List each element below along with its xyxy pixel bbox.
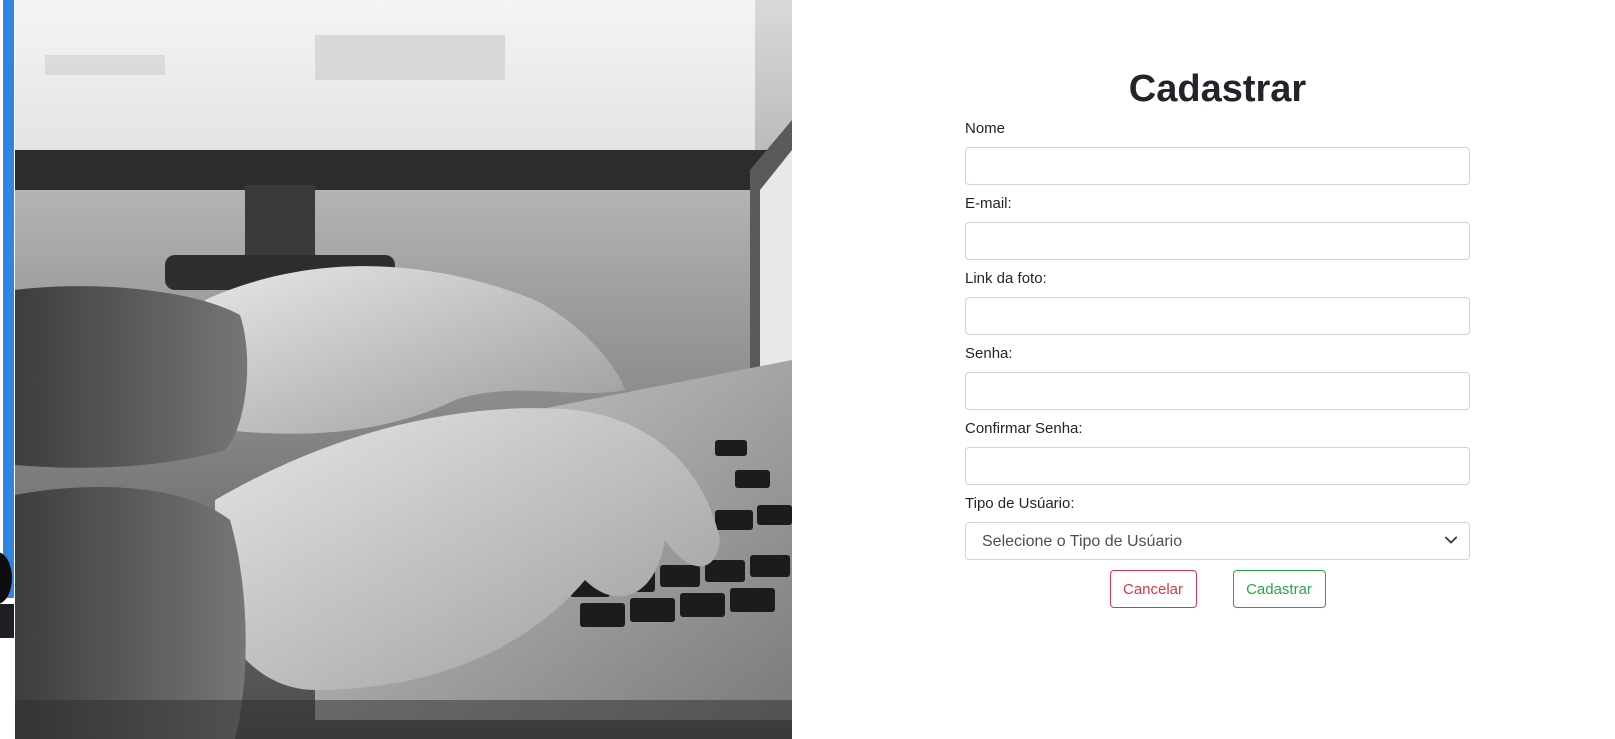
- confirm-password-label: Confirmar Senha:: [965, 420, 1083, 437]
- name-label: Nome: [965, 120, 1006, 137]
- password-label: Senha:: [965, 345, 1013, 362]
- cancel-button[interactable]: Cancelar: [1109, 570, 1197, 608]
- name-input[interactable]: [965, 147, 1470, 185]
- confirm-password-input[interactable]: [965, 447, 1470, 485]
- photo-link-label: Link da foto:: [965, 270, 1047, 287]
- hero-image: [15, 0, 792, 739]
- user-type-select[interactable]: Selecione o Tipo de Usúario: [965, 522, 1470, 560]
- form-actions: Cancelar Cadastrar: [965, 570, 1470, 608]
- email-input[interactable]: [965, 222, 1470, 260]
- user-type-label: Tipo de Usúario:: [965, 495, 1075, 512]
- signup-form: Cadastrar Nome E-mail: Link da foto: Sen…: [965, 60, 1470, 608]
- photo-link-field-group: Link da foto:: [965, 270, 1470, 335]
- email-label: E-mail:: [965, 195, 1012, 212]
- password-field-group: Senha:: [965, 345, 1470, 410]
- password-input[interactable]: [965, 372, 1470, 410]
- photo-link-input[interactable]: [965, 297, 1470, 335]
- page-title: Cadastrar: [1128, 68, 1307, 110]
- user-type-field-group: Tipo de Usúario: Selecione o Tipo de Usú…: [965, 495, 1470, 560]
- confirm-password-field-group: Confirmar Senha:: [965, 420, 1470, 485]
- email-field-group: E-mail:: [965, 195, 1470, 260]
- name-field-group: Nome: [965, 120, 1470, 185]
- submit-button[interactable]: Cadastrar: [1232, 570, 1326, 608]
- left-edge-strip: [0, 0, 15, 739]
- left-edge-dark-block: [0, 604, 14, 638]
- user-type-select-wrap: Selecione o Tipo de Usúario: [965, 522, 1470, 560]
- signup-page: Cadastrar Nome E-mail: Link da foto: Sen…: [0, 0, 1615, 739]
- left-edge-blue-bar: [3, 0, 14, 598]
- hero-typing-illustration: [15, 0, 792, 739]
